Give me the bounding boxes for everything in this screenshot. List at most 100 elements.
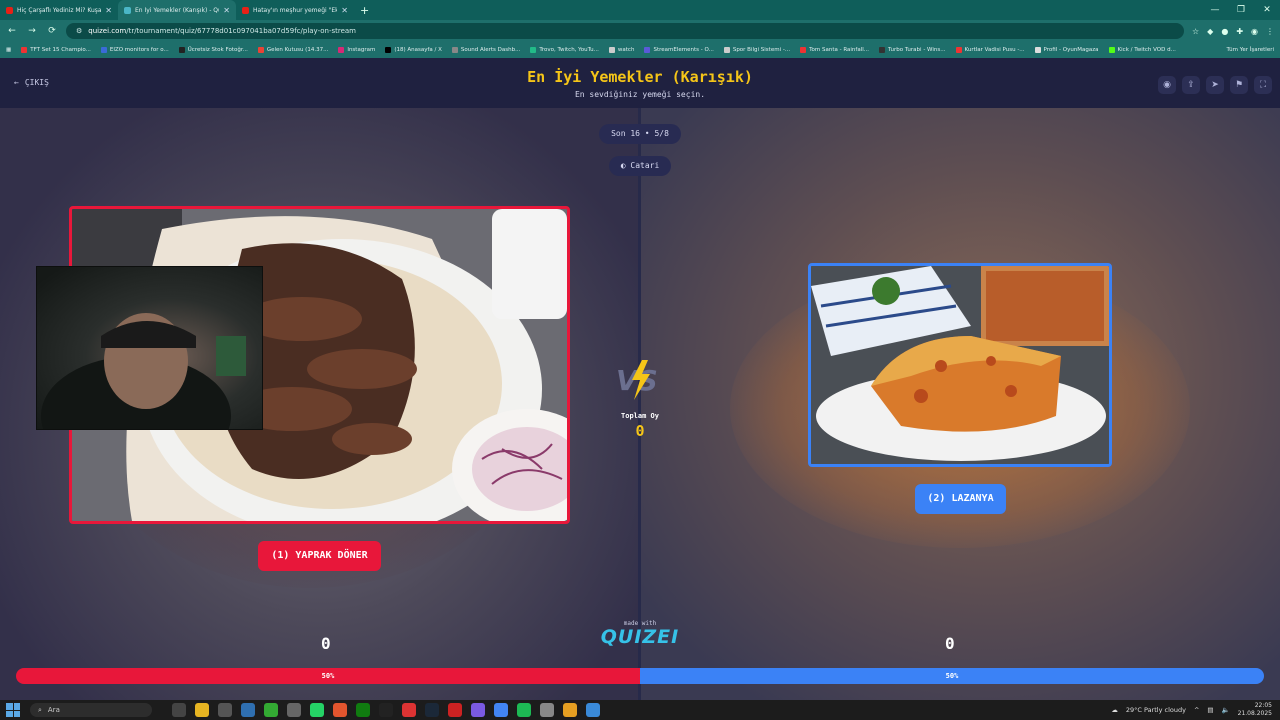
taskbar-search[interactable]: ⌕ Ara [30, 703, 152, 717]
app-icon[interactable] [264, 703, 278, 717]
chrome-icon[interactable] [494, 703, 508, 717]
forward-icon[interactable]: → [26, 26, 38, 36]
windows-start-icon[interactable] [6, 703, 20, 717]
total-votes-value: 0 [635, 422, 645, 440]
reload-icon[interactable]: ⟳ [46, 26, 58, 36]
header-actions: ◉ ⇪ ➤ ⚑ ⛶ [1158, 76, 1272, 94]
bookmark-item[interactable]: Kurtlar Vadisi Pusu -... [955, 47, 1025, 53]
right-choice-image[interactable] [808, 263, 1112, 467]
quizei-icon [124, 6, 131, 14]
bookmark-item[interactable]: Gelen Kutusu (14.37... [257, 47, 328, 53]
epic-games-icon[interactable] [379, 703, 393, 717]
bookmark-item[interactable]: StreamElements - O... [644, 47, 714, 53]
app-icon[interactable] [218, 703, 232, 717]
close-tab-icon[interactable]: ✕ [341, 6, 348, 15]
bookmark-item[interactable]: Profil - OyunMagaza [1034, 47, 1099, 53]
menu-icon[interactable]: ⋮ [1266, 27, 1274, 36]
clock-time: 22:05 [1254, 702, 1272, 709]
extension-icon[interactable]: ● [1221, 27, 1228, 36]
network-icon[interactable]: ▤ [1207, 706, 1213, 714]
lasagna-plate-illustration [811, 266, 1109, 464]
app-icon[interactable] [287, 703, 301, 717]
webcam-overlay [36, 266, 263, 430]
profile-icon[interactable]: ◉ [1251, 27, 1258, 36]
total-votes-label: Toplam Oy [621, 412, 659, 420]
avatar: ◐ [620, 161, 626, 170]
puzzle-icon[interactable]: ✚ [1236, 27, 1243, 36]
page-title: En İyi Yemekler (Karışık) [527, 68, 753, 86]
all-bookmarks[interactable]: Tüm Yer İşaretleri [1227, 47, 1274, 53]
url-input[interactable]: ⚙ quizei.com/tr/tournament/quiz/67778d01… [66, 23, 1184, 39]
bookmark-item[interactable]: Sound Alerts Dashb... [451, 47, 520, 53]
xbox-icon[interactable] [356, 703, 370, 717]
app-icon[interactable] [586, 703, 600, 717]
system-tray: ☁ 29°C Partly cloudy ^ ▤ 🔈 22:05 21.08.2… [1111, 700, 1272, 720]
bookmark-item[interactable]: watch [608, 47, 634, 53]
app-icon[interactable] [471, 703, 485, 717]
bookmark-item[interactable]: EIZO monitors for o... [100, 47, 169, 53]
task-view-icon[interactable] [172, 703, 186, 717]
streamer-silhouette [36, 266, 263, 430]
app-icon[interactable] [402, 703, 416, 717]
spotify-icon[interactable] [517, 703, 531, 717]
file-explorer-icon[interactable] [195, 703, 209, 717]
close-tab-icon[interactable]: ✕ [105, 6, 112, 15]
bookmark-item[interactable]: Ücretsiz Stok Fotoğr... [178, 47, 248, 53]
browser-tab[interactable]: Hatay'ın meşhur yemeği "Ekşi... ✕ [236, 0, 354, 20]
app-icon[interactable] [448, 703, 462, 717]
volume-icon[interactable]: 🔈 [1222, 706, 1230, 714]
star-icon[interactable]: ☆ [1192, 27, 1199, 36]
extension-icon[interactable]: ◆ [1207, 27, 1213, 36]
minimize-icon[interactable]: — [1202, 0, 1228, 20]
right-vote-share: 50% [640, 668, 1264, 684]
bookmark-item[interactable]: (18) Anasayfa / X [385, 47, 442, 53]
tray-arrow-icon[interactable]: ^ [1194, 706, 1199, 714]
tab-label: En İyi Yemekler (Karışık) - Quizei [135, 6, 219, 14]
maximize-icon[interactable]: ❐ [1228, 0, 1254, 20]
send-icon[interactable]: ➤ [1206, 76, 1224, 94]
steam-icon[interactable] [425, 703, 439, 717]
url-domain: quizei.com [88, 27, 127, 35]
bookmark-item[interactable]: Trovo, Twitch, YouTu... [530, 47, 599, 53]
bookmark-item[interactable]: Kick / Twitch VOD d... [1108, 47, 1176, 53]
fullscreen-icon[interactable]: ⛶ [1254, 76, 1272, 94]
browser-tab-active[interactable]: En İyi Yemekler (Karışık) - Quizei ✕ [118, 0, 236, 20]
choice-2-button[interactable]: (2) LAZANYA [915, 484, 1006, 514]
whatsapp-icon[interactable] [310, 703, 324, 717]
user-name: Catari [630, 161, 660, 170]
vs-lightning-icon: VS [616, 360, 658, 400]
close-window-icon[interactable]: ✕ [1254, 0, 1280, 20]
app-icon[interactable] [241, 703, 255, 717]
vote-progress-bar: 50% 50% [16, 668, 1264, 684]
quizei-logo[interactable]: QUIZEI [596, 626, 684, 648]
clock-date: 21.08.2025 [1237, 710, 1272, 717]
left-vote-count: 0 [321, 634, 331, 653]
bookmark-item[interactable]: Spor Bilgi Sistemi -... [723, 47, 790, 53]
search-placeholder: Ara [47, 706, 60, 714]
choice-1-button[interactable]: (1) YAPRAK DÖNER [258, 541, 381, 571]
bookmark-item[interactable]: TFT Set 15 Champio... [21, 47, 91, 53]
weather-text[interactable]: 29°C Partly cloudy [1126, 706, 1186, 714]
app-icon[interactable] [540, 703, 554, 717]
round-indicator: Son 16 • 5/8 [599, 124, 681, 144]
clock[interactable]: 22:05 21.08.2025 [1238, 702, 1272, 718]
flag-icon[interactable]: ⚑ [1230, 76, 1248, 94]
new-tab-button[interactable]: + [354, 4, 375, 17]
app-icon[interactable] [333, 703, 347, 717]
back-icon[interactable]: ← [6, 26, 18, 36]
quiz-header: ← ÇIKIŞ En İyi Yemekler (Karışık) En sev… [0, 58, 1280, 108]
site-info-icon[interactable]: ⚙ [76, 27, 82, 35]
bookmark-item[interactable]: Instagram [338, 47, 375, 53]
bookmark-item[interactable]: Turbo Turabi - Wins... [879, 47, 946, 53]
tab-label: Hatay'ın meşhur yemeği "Ekşi... [253, 6, 338, 14]
windows-taskbar: ⌕ Ara ☁ 29°C Partly cloudy ^ ▤ 🔈 22:05 2… [0, 700, 1280, 720]
weather-icon[interactable]: ☁ [1111, 706, 1118, 714]
close-tab-icon[interactable]: ✕ [223, 6, 230, 15]
app-icon[interactable] [563, 703, 577, 717]
bookmark-item[interactable]: Tom Santa - Rainfall... [800, 47, 869, 53]
apps-icon[interactable]: ▦ [6, 47, 11, 53]
tab-label: Hiç Çarşaflı Yediniz Mi? Kuşada... [17, 6, 102, 14]
eye-icon[interactable]: ◉ [1158, 76, 1176, 94]
browser-tab[interactable]: Hiç Çarşaflı Yediniz Mi? Kuşada... ✕ [0, 0, 118, 20]
share-icon[interactable]: ⇪ [1182, 76, 1200, 94]
